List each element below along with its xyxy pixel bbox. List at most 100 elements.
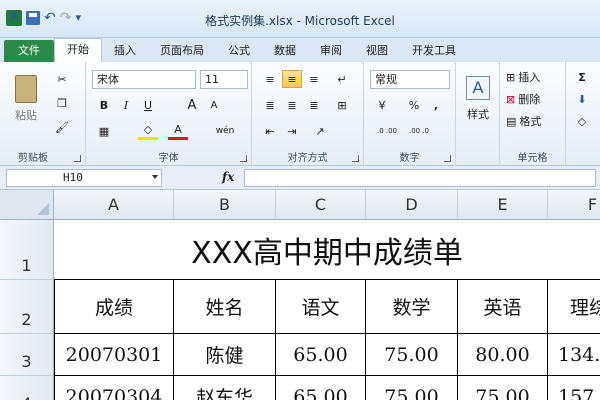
tab-home[interactable]: 开始 xyxy=(54,38,102,62)
row-header-3[interactable]: 3 xyxy=(0,334,54,376)
table-cell[interactable]: 20070304 xyxy=(54,376,174,400)
alignment-group: ≡ ≡ ≡ ↵ ≣ ≣ ≣ ⊞ ⇤ ⇥ ↗ 对齐方式 xyxy=(252,62,364,166)
font-name-select[interactable]: 宋体 xyxy=(92,70,196,89)
table-cell[interactable]: 65.00 xyxy=(276,376,366,400)
column-header-f[interactable]: F xyxy=(548,190,600,220)
grow-font-button[interactable]: A xyxy=(182,96,202,114)
phonetic-button[interactable]: wén xyxy=(208,122,242,140)
sheet-title-cell[interactable]: XXX高中期中成绩单 xyxy=(54,220,600,280)
column-header-e[interactable]: E xyxy=(458,190,548,220)
table-cell[interactable]: 75.00 xyxy=(366,376,458,400)
worksheet-grid[interactable]: A B C D E F 1 2 3 4 XXX高中期中成绩单 成绩 姓名 语文 … xyxy=(0,190,600,400)
currency-icon[interactable]: ¥ xyxy=(372,96,392,114)
fx-button[interactable]: fx xyxy=(222,170,234,184)
column-header-a[interactable]: A xyxy=(54,190,174,220)
fill-color-icon[interactable]: ◇ xyxy=(138,122,158,140)
clipboard-launcher-icon[interactable] xyxy=(74,155,81,162)
wrap-text-icon[interactable]: ↵ xyxy=(332,70,352,88)
align-middle-icon[interactable]: ≡ xyxy=(282,70,302,88)
cells-group: ⊞ 插入 ⊠ 删除 ▤ 格式 单元格 xyxy=(500,62,566,166)
align-bottom-icon[interactable]: ≡ xyxy=(304,70,324,88)
column-header-d[interactable]: D xyxy=(366,190,458,220)
format-cells-button[interactable]: ▤ 格式 xyxy=(506,112,541,130)
tab-insert[interactable]: 插入 xyxy=(102,40,148,62)
italic-button[interactable]: I xyxy=(116,96,136,114)
increase-indent-icon[interactable]: ⇥ xyxy=(282,122,302,140)
clear-icon[interactable]: ◇ xyxy=(572,112,592,130)
merge-center-icon[interactable]: ⊞ xyxy=(332,96,352,114)
insert-cells-button[interactable]: ⊞ 插入 xyxy=(506,68,540,86)
copy-icon[interactable]: ❐ xyxy=(52,94,72,112)
number-group: 常规 ¥ % , .0 .00 .00 .0 数字 xyxy=(364,62,456,166)
font-launcher-icon[interactable] xyxy=(240,155,247,162)
formula-input[interactable] xyxy=(244,169,596,187)
clipboard-group: 粘贴 ✂ ❐ 🖌 剪贴板 xyxy=(0,62,86,166)
column-header-c[interactable]: C xyxy=(276,190,366,220)
font-label: 字体 xyxy=(158,153,179,164)
name-box-dropdown-icon[interactable] xyxy=(152,175,158,179)
shrink-font-button[interactable]: A xyxy=(204,96,224,114)
table-cell[interactable]: 75.00 xyxy=(458,376,548,400)
name-box[interactable]: H10 xyxy=(6,169,162,187)
header-cell[interactable]: 语文 xyxy=(276,280,366,334)
borders-icon[interactable]: ▦ xyxy=(94,122,114,140)
header-cell[interactable]: 姓名 xyxy=(174,280,276,334)
ribbon-tabs: 文件 开始 插入 页面布局 公式 数据 审阅 视图 开发工具 xyxy=(0,38,600,62)
align-top-icon[interactable]: ≡ xyxy=(260,70,280,88)
delete-cells-button[interactable]: ⊠ 删除 xyxy=(506,90,540,108)
comma-button[interactable]: , xyxy=(426,96,446,114)
header-cell[interactable]: 英语 xyxy=(458,280,548,334)
align-center-icon[interactable]: ≣ xyxy=(282,96,302,114)
number-format-select[interactable]: 常规 xyxy=(370,70,450,89)
tab-review[interactable]: 审阅 xyxy=(308,40,354,62)
autosum-button[interactable]: Σ xyxy=(572,68,592,86)
cut-icon[interactable]: ✂ xyxy=(52,70,72,88)
table-cell[interactable]: 80.00 xyxy=(458,334,548,376)
tab-file[interactable]: 文件 xyxy=(4,40,54,62)
tab-data[interactable]: 数据 xyxy=(262,40,308,62)
editing-group: Σ ⬇ ◇ xyxy=(566,62,600,166)
table-cell[interactable]: 157.00 xyxy=(548,376,600,400)
header-cell[interactable]: 数学 xyxy=(366,280,458,334)
header-cell[interactable]: 理综 xyxy=(548,280,600,334)
format-painter-icon[interactable]: 🖌 xyxy=(52,118,72,136)
tab-formulas[interactable]: 公式 xyxy=(216,40,262,62)
table-cell[interactable]: 20070301 xyxy=(54,334,174,376)
column-header-b[interactable]: B xyxy=(174,190,276,220)
row-header-1[interactable]: 1 xyxy=(0,220,54,280)
fill-icon[interactable]: ⬇ xyxy=(572,90,592,108)
font-size-select[interactable]: 11 xyxy=(200,70,248,89)
table-cell[interactable]: 65.00 xyxy=(276,334,366,376)
decrease-decimal-button[interactable]: .00 .0 xyxy=(404,122,434,140)
align-right-icon[interactable]: ≣ xyxy=(304,96,324,114)
bold-button[interactable]: B xyxy=(94,96,114,114)
clipboard-label: 剪贴板 xyxy=(18,153,48,164)
row-header-4[interactable]: 4 xyxy=(0,376,54,400)
styles-button[interactable]: A 样式 xyxy=(460,68,496,130)
table-cell[interactable]: 赵东华 xyxy=(174,376,276,400)
header-cell[interactable]: 成绩 xyxy=(54,280,174,334)
clipboard-icon xyxy=(15,75,37,103)
tab-developer[interactable]: 开发工具 xyxy=(400,40,468,62)
number-launcher-icon[interactable] xyxy=(444,155,451,162)
align-left-icon[interactable]: ≣ xyxy=(260,96,280,114)
tab-page-layout[interactable]: 页面布局 xyxy=(148,40,216,62)
orientation-icon[interactable]: ↗ xyxy=(310,122,330,140)
cells-label: 单元格 xyxy=(517,153,548,164)
table-cell[interactable]: 75.00 xyxy=(366,334,458,376)
select-all-button[interactable] xyxy=(0,190,54,220)
table-cell[interactable]: 134.00 xyxy=(548,334,600,376)
increase-decimal-button[interactable]: .0 .00 xyxy=(372,122,402,140)
table-cell[interactable]: 陈健 xyxy=(174,334,276,376)
alignment-launcher-icon[interactable] xyxy=(352,155,359,162)
formula-bar: H10 fx xyxy=(0,166,600,190)
paste-button[interactable]: 粘贴 xyxy=(8,68,44,130)
insert-cells-icon: ⊞ xyxy=(506,70,516,84)
decrease-indent-icon[interactable]: ⇤ xyxy=(260,122,280,140)
tab-view[interactable]: 视图 xyxy=(354,40,400,62)
styles-group: A 样式 xyxy=(456,62,500,166)
font-color-button[interactable]: A xyxy=(168,122,188,140)
percent-button[interactable]: % xyxy=(404,96,424,114)
row-header-2[interactable]: 2 xyxy=(0,280,54,334)
underline-button[interactable]: U xyxy=(138,96,158,114)
